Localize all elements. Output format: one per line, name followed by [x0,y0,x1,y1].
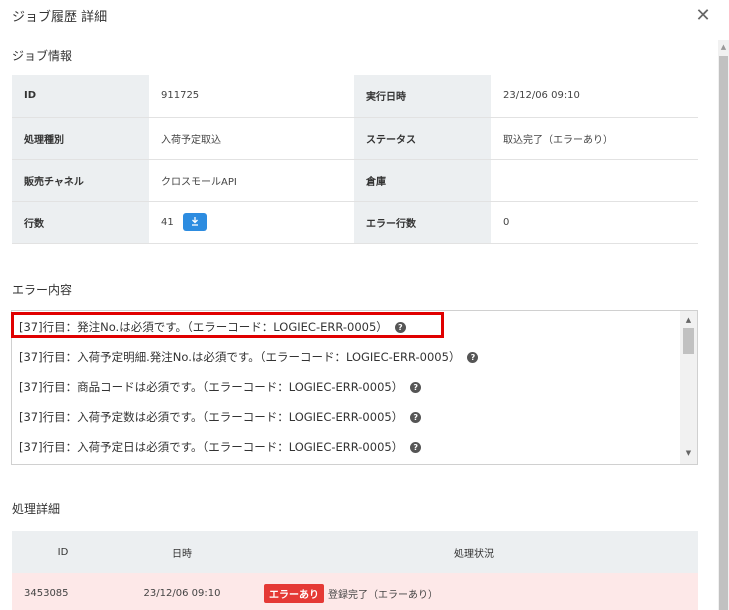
status-text: 登録完了（エラーあり） [328,589,438,601]
error-scroll-thumb[interactable] [683,328,694,354]
info-label: ID [12,75,149,118]
error-text: [37]行目：入荷予定数は必須です。（エラーコード：LOGIEC-ERR-000… [19,410,404,424]
info-label: 実行日時 [354,75,491,118]
scrollbar-thumb[interactable] [719,56,728,610]
job-info-table: ID 911725 実行日時 23/12/06 09:10 処理種別 入荷予定取… [12,75,698,244]
errors-title: エラー内容 [12,283,73,297]
error-text: [37]行目：入荷予定明細.発注No.は必須です。（エラーコード：LOGIEC-… [19,350,461,364]
scroll-up-arrow[interactable]: ▲ [718,41,729,53]
detail-id: 3453085 [12,573,114,610]
download-button[interactable] [182,213,207,231]
detail-datetime: 23/12/06 09:10 [114,573,250,610]
table-row: 3453085 23/12/06 09:10 エラーあり 登録完了（エラーあり） [12,573,698,610]
info-label: 行数 [12,201,149,244]
info-value: 入荷予定取込 [149,117,354,160]
info-label: ステータス [354,117,491,160]
info-value: 取込完了（エラーあり） [491,117,698,160]
error-item: [37]行目：商品コードは必須です。（エラーコード：LOGIEC-ERR-000… [19,379,422,395]
detail-status: エラーあり 登録完了（エラーあり） [250,573,698,610]
info-row: 処理種別 入荷予定取込 ステータス 取込完了（エラーあり） [12,117,698,160]
info-row: 販売チャネル クロスモールAPI 倉庫 [12,159,698,202]
help-icon[interactable]: ? [410,382,422,393]
error-item: [37]行目：入荷予定数は必須です。（エラーコード：LOGIEC-ERR-000… [19,409,422,425]
info-label: 処理種別 [12,117,149,160]
details-header-row: ID 日時 処理状況 [12,531,698,573]
help-icon[interactable]: ? [467,352,479,363]
download-icon [191,217,198,226]
error-scroll-down-arrow[interactable]: ▼ [683,449,694,457]
info-value: 0 [491,201,698,244]
dialog-title: ジョブ履歴 詳細 [12,10,108,25]
column-header: ID [12,531,114,573]
error-scroll-up-arrow[interactable]: ▲ [683,316,694,324]
info-value: 911725 [149,75,354,118]
info-row: 行数 41 エラー行数 0 [12,201,698,244]
info-value: 41 [149,201,354,244]
details-title: 処理詳細 [12,502,61,516]
column-header: 日時 [114,531,250,573]
info-value: クロスモールAPI [149,159,354,202]
info-value [491,159,698,202]
info-label: 倉庫 [354,159,491,202]
info-value: 23/12/06 09:10 [491,75,698,118]
highlight-box [11,312,444,338]
error-text: [37]行目：入荷予定日は必須です。（エラーコード：LOGIEC-ERR-000… [19,440,404,454]
error-item: [37]行目：入荷予定明細.発注No.は必須です。（エラーコード：LOGIEC-… [19,349,479,365]
info-label: エラー行数 [354,201,491,244]
help-icon[interactable]: ? [410,442,422,453]
details-table: ID 日時 処理状況 3453085 23/12/06 09:10 エラーあり登… [12,531,698,610]
close-icon[interactable]: ✕ [694,7,712,25]
error-item: [37]行目：入荷予定日は必須です。（エラーコード：LOGIEC-ERR-000… [19,439,422,455]
info-label: 販売チャネル [12,159,149,202]
help-icon[interactable]: ? [410,412,422,423]
column-header: 処理状況 [250,531,698,573]
status-badge: エラーあり [264,583,324,603]
line-count: 41 [161,217,174,228]
info-row: ID 911725 実行日時 23/12/06 09:10 [12,75,698,118]
job-info-title: ジョブ情報 [12,49,73,63]
error-text: [37]行目：商品コードは必須です。（エラーコード：LOGIEC-ERR-000… [19,380,404,394]
